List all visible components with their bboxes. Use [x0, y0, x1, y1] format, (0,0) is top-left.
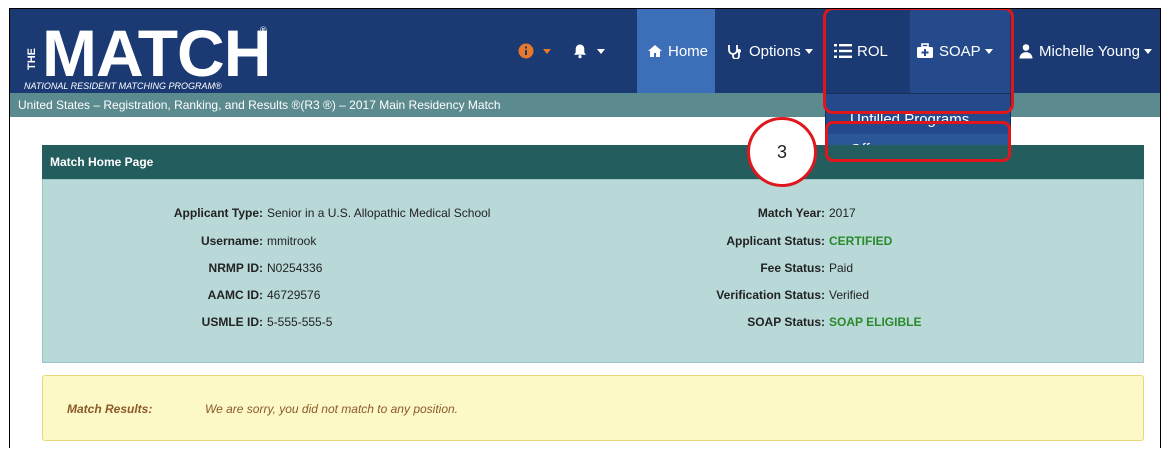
info-value: mmitrook [267, 234, 317, 248]
info-row: AAMC ID: 46729576 [43, 288, 563, 304]
info-icon [518, 43, 534, 59]
info-row: USMLE ID: 5-555-555-5 [43, 315, 563, 331]
chevron-down-icon [543, 48, 551, 54]
info-label: Applicant Status: [726, 234, 825, 248]
nav-home[interactable]: Home [637, 9, 715, 93]
info-label: NRMP ID: [208, 261, 263, 275]
match-results-label: Match Results: [67, 402, 153, 416]
info-label: Match Year: [757, 206, 825, 220]
info-value: Paid [829, 261, 854, 275]
match-logo[interactable]: THE MATCH ® NATIONAL RESIDENT MATCHING P… [24, 17, 284, 99]
status-value: SOAP ELIGIBLE [829, 315, 922, 329]
info-value: N0254336 [267, 261, 323, 275]
info-label: Verification Status: [716, 288, 825, 302]
applicant-info: Applicant Type: Senior in a U.S. Allopat… [42, 179, 1144, 363]
info-row: Match Year: 2017 [665, 206, 1065, 222]
info-row: Applicant Status: CERTIFIED [665, 234, 1065, 250]
info-label: Fee Status: [760, 261, 825, 275]
info-label: USMLE ID: [201, 315, 263, 329]
user-name: Michelle Young [1039, 42, 1140, 60]
info-row: NRMP ID: N0254336 [43, 261, 563, 277]
app-window: THE MATCH ® NATIONAL RESIDENT MATCHING P… [9, 8, 1161, 448]
logo-subtitle: NATIONAL RESIDENT MATCHING PROGRAM® [24, 81, 222, 91]
info-row: SOAP Status: SOAP ELIGIBLE [665, 315, 1065, 331]
home-icon [647, 44, 663, 58]
info-row: Verification Status: Verified [665, 288, 1065, 304]
info-label: Applicant Type: [173, 206, 263, 220]
user-icon [1018, 43, 1034, 59]
nav-home-label: Home [668, 42, 709, 60]
info-menu-button[interactable] [518, 9, 551, 93]
nav-options[interactable]: Options [726, 9, 813, 93]
logo-registered: ® [260, 25, 267, 35]
bell-icon [572, 43, 588, 59]
info-label: AAMC ID: [207, 288, 263, 302]
status-value: CERTIFIED [829, 234, 893, 248]
info-label: SOAP Status: [747, 315, 825, 329]
highlight-box-menu [823, 9, 1014, 114]
options-icon [726, 43, 744, 59]
info-value: 5-555-555-5 [267, 315, 333, 329]
info-value: Verified [829, 288, 870, 302]
info-value: 46729576 [267, 288, 321, 302]
logo-wordmark: MATCH [42, 16, 271, 90]
step-number-badge: 3 [747, 117, 817, 187]
chevron-down-icon [1143, 48, 1152, 54]
chevron-down-icon [597, 48, 605, 54]
notifications-button[interactable] [572, 9, 605, 93]
info-label: Username: [200, 234, 263, 248]
highlight-box-offers [825, 121, 1011, 162]
info-row: Username: mmitrook [43, 234, 563, 250]
logo-the: THE [26, 48, 38, 70]
user-menu[interactable]: Michelle Young [1018, 9, 1152, 93]
info-value: 2017 [829, 206, 856, 220]
info-row: Applicant Type: Senior in a U.S. Allopat… [43, 206, 563, 222]
nav-options-label: Options [749, 42, 801, 60]
match-results-alert: Match Results: We are sorry, you did not… [42, 375, 1144, 441]
match-home-panel: Match Home Page Applicant Type: Senior i… [42, 145, 1144, 391]
info-row: Fee Status: Paid [665, 261, 1065, 277]
chevron-down-icon [804, 48, 813, 54]
match-results-message: We are sorry, you did not match to any p… [205, 402, 459, 416]
info-value: Senior in a U.S. Allopathic Medical Scho… [267, 206, 491, 220]
